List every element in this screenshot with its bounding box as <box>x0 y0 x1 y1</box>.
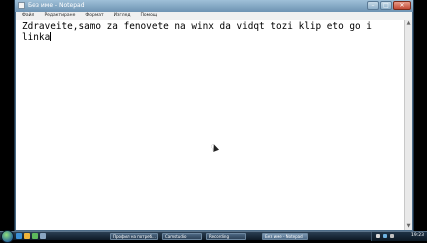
clock[interactable]: 19:23 <box>411 232 424 240</box>
close-icon: ✕ <box>399 2 405 9</box>
window-controls: – □ ✕ <box>367 1 411 10</box>
document-text: Zdraveite,samo za fenovete na winx da vi… <box>22 21 378 43</box>
media-icon[interactable] <box>32 233 38 239</box>
vertical-scrollbar[interactable]: ▲ ▼ <box>404 20 412 230</box>
text-caret <box>50 32 52 41</box>
menu-format[interactable]: Формат <box>85 12 103 20</box>
start-button[interactable] <box>1 230 14 243</box>
notepad-window: Без име - Notepad – □ ✕ Файл Редактиране… <box>14 0 414 231</box>
text-editor[interactable]: Zdraveite,samo za fenovete na winx da vi… <box>16 20 404 230</box>
minimize-button[interactable]: – <box>367 1 379 10</box>
show-desktop-icon[interactable] <box>40 233 46 239</box>
ie-icon[interactable] <box>16 233 22 239</box>
close-button[interactable]: ✕ <box>393 1 411 10</box>
maximize-icon: □ <box>383 2 389 9</box>
scroll-down-icon[interactable]: ▼ <box>405 223 412 230</box>
notepad-icon <box>18 2 25 9</box>
menu-file[interactable]: Файл <box>22 12 34 20</box>
taskbar-item-notepad[interactable]: Без име - Notepad <box>262 233 308 240</box>
volume-icon[interactable] <box>390 234 394 238</box>
minimize-icon: – <box>371 2 375 9</box>
document-text-area[interactable]: Zdraveite,samo za fenovete na winx da vi… <box>22 21 377 43</box>
menu-view[interactable]: Изглед <box>114 12 131 20</box>
menu-help[interactable]: Помощ <box>141 12 158 20</box>
scroll-up-icon[interactable]: ▲ <box>405 20 412 27</box>
language-icon[interactable] <box>376 234 380 238</box>
folder-icon[interactable] <box>24 233 30 239</box>
network-icon[interactable] <box>383 234 387 238</box>
window-title: Без име - Notepad <box>28 2 85 9</box>
menu-bar: Файл Редактиране Формат Изглед Помощ <box>16 12 412 20</box>
menu-edit[interactable]: Редактиране <box>44 12 75 20</box>
quick-launch <box>16 233 46 239</box>
taskbar-item-profile[interactable]: Профил на потреб... <box>110 233 158 240</box>
taskbar-item-camstudio[interactable]: Camstudio <box>162 233 202 240</box>
desktop-screen: Без име - Notepad – □ ✕ Файл Редактиране… <box>0 0 427 243</box>
maximize-button[interactable]: □ <box>380 1 392 10</box>
taskbar-item-recording[interactable]: Recording <box>206 233 246 240</box>
title-bar[interactable]: Без име - Notepad – □ ✕ <box>15 0 413 12</box>
taskbar: Профил на потреб... Camstudio Recording … <box>0 230 427 243</box>
